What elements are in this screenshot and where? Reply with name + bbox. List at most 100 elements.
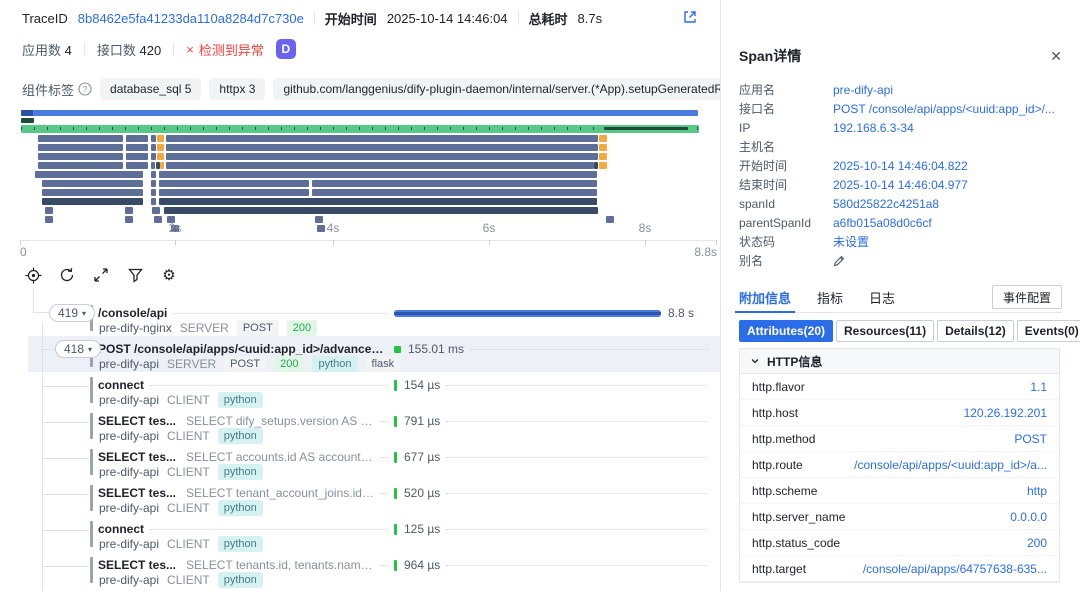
attribute-value[interactable]: 200 (1027, 536, 1047, 550)
leader-dots (470, 348, 708, 350)
span-row-line2: pre-dify-apiCLIENTpython (99, 392, 263, 408)
locate-icon[interactable] (24, 266, 42, 284)
tree-connector-line (42, 494, 89, 495)
axis-start-label: 0 (20, 245, 27, 259)
minimap-span-bar (312, 180, 597, 187)
span-row-line2: pre-dify-apiCLIENTpython (99, 572, 263, 588)
field-value[interactable]: 580d25822c4251a8 (833, 197, 939, 211)
chevron-down-icon: ▾ (88, 345, 92, 354)
attribute-key: http.server_name (752, 510, 845, 524)
component-tag-list: database_sql 5 httpx 3 github.com/langgeni… (100, 78, 720, 100)
divider (84, 42, 85, 56)
attribute-value[interactable]: POST (1014, 432, 1047, 446)
component-tag-pill[interactable]: httpx 3 (209, 78, 265, 100)
external-link-icon[interactable] (682, 9, 698, 25)
attribute-value[interactable]: 0.0.0.0 (1010, 510, 1047, 524)
settings-icon[interactable]: ⚙ (160, 266, 178, 284)
component-tag-pill[interactable]: database_sql 5 (100, 78, 201, 100)
anomaly-detected-badge: × 检测到异常 (186, 40, 264, 59)
attribute-value[interactable]: /console/api/apps/<uuid:app_id>/a... (854, 458, 1047, 472)
expand-icon[interactable] (92, 266, 110, 284)
span-tag-chip: flask (366, 356, 401, 372)
component-tag-pill[interactable]: github.com/langgenius/dify-plugin-daemon… (273, 78, 720, 100)
event-config-button[interactable]: 事件配置 (992, 285, 1062, 309)
close-icon[interactable]: ✕ (1050, 49, 1062, 63)
attribute-value[interactable]: 120.26.192.201 (964, 406, 1047, 420)
field-value[interactable]: pre-dify-api (833, 83, 893, 97)
span-tag-chip: POST (237, 320, 279, 336)
tab-item[interactable]: 指标 (817, 282, 843, 312)
axis-tick (175, 240, 176, 245)
attribute-category-chip[interactable]: Resources(11) (836, 320, 934, 342)
minimap-span-bar (126, 144, 148, 151)
attribute-category-chip[interactable]: Details(12) (937, 320, 1014, 342)
attribute-category-chip[interactable]: Attributes(20) (739, 320, 833, 342)
edit-alias-icon[interactable] (833, 255, 845, 267)
attribute-key: http.scheme (752, 484, 817, 498)
span-row[interactable]: POST /console/api/apps/<uuid:app_id>/adv… (28, 336, 720, 372)
attribute-value[interactable]: /console/api/apps/64757638-635... (863, 562, 1047, 576)
span-title: /console/api (98, 306, 167, 320)
attribute-key: http.target (752, 562, 806, 576)
span-field-row: spanId580d25822c4251a8 (739, 194, 1064, 213)
field-value[interactable]: POST /console/api/apps/<uuid:app_id>/... (833, 102, 1055, 116)
http-info-header[interactable]: HTTP信息 (740, 349, 1059, 374)
span-row[interactable]: connect125 µspre-dify-apiCLIENTpython (0, 516, 720, 552)
span-field-row: 别名 (739, 251, 1064, 270)
span-count-badge[interactable]: 418▾ (55, 340, 101, 358)
span-row-line1: POST /console/api/apps/<uuid:app_id>/adv… (98, 341, 714, 357)
attribute-row: http.host120.26.192.201 (740, 400, 1059, 426)
span-row[interactable]: SELECT tes...SELECT tenants.id, tenants.… (0, 552, 720, 588)
span-row-line2: pre-dify-nginxSERVERPOST200 (99, 320, 317, 336)
span-title: SELECT tes... (98, 558, 176, 572)
minimap-span-bar (599, 153, 607, 160)
minimap-span-bar (38, 144, 123, 151)
field-value[interactable]: 192.168.6.3-34 (833, 121, 914, 135)
trace-minimap[interactable] (20, 108, 720, 234)
span-tag-chip: python (218, 572, 263, 588)
span-row-line1: SELECT tes...SELECT accounts.id AS accou… (98, 449, 714, 465)
span-duration-value: 8.8 s (668, 306, 694, 320)
attribute-value[interactable]: http (1027, 484, 1047, 498)
span-row[interactable]: SELECT tes...SELECT tenant_account_joins… (0, 480, 720, 516)
span-title: connect (98, 378, 144, 392)
minimap-span-bar (126, 153, 148, 160)
span-count-badge[interactable]: 419▾ (49, 304, 95, 322)
tree-connector-line (42, 566, 89, 567)
field-value[interactable]: a6fb015a08d0c6cf (833, 216, 932, 230)
span-row[interactable]: connect154 µspre-dify-apiCLIENTpython (0, 372, 720, 408)
attribute-value[interactable]: 1.1 (1030, 380, 1047, 394)
attribute-category-chip[interactable]: Events(0) (1017, 320, 1080, 342)
help-icon[interactable]: ? (78, 82, 92, 96)
minimap-span-bar (21, 110, 33, 116)
span-row[interactable]: SELECT tes...SELECT dify_setups.version … (0, 408, 720, 444)
field-value[interactable]: 未设置 (833, 233, 869, 250)
axis-tick (645, 240, 646, 245)
dify-logo-icon[interactable]: D (276, 39, 296, 59)
tab-item[interactable]: 日志 (869, 282, 895, 312)
axis-tick (716, 240, 717, 245)
span-indicator-bar (90, 449, 93, 475)
minimap-span-bar (151, 144, 156, 151)
span-field-row: 主机名 (739, 137, 1064, 156)
field-value[interactable]: 2025-10-14 14:46:04.822 (833, 159, 968, 173)
span-row[interactable]: /console/api8.8 spre-dify-nginxSERVERPOS… (0, 300, 720, 336)
minimap-span-bar (151, 171, 156, 178)
leader-dots (446, 456, 708, 458)
field-value[interactable]: 2025-10-14 14:46:04.977 (833, 178, 968, 192)
field-label: 接口名 (739, 100, 833, 117)
trace-id-value[interactable]: 8b8462e5fa41233da110a8284d7c730e (78, 11, 304, 26)
filter-icon[interactable] (126, 266, 144, 284)
attribute-key: http.method (752, 432, 815, 446)
tab-active[interactable]: 附加信息 (739, 282, 791, 312)
leader-dots (380, 456, 388, 458)
span-duration-value: 125 µs (404, 522, 440, 536)
svg-text:?: ? (83, 84, 88, 94)
span-kind: SERVER (180, 321, 229, 335)
span-row-line1: SELECT tes...SELECT tenant_account_joins… (98, 485, 714, 501)
span-row[interactable]: SELECT tes...SELECT accounts.id AS accou… (0, 444, 720, 480)
tree-connector-line (33, 288, 34, 313)
tree-connector-line (42, 458, 89, 459)
refresh-icon[interactable] (58, 266, 76, 284)
span-detail-text: SELECT accounts.id AS accounts_id, accou… (186, 450, 374, 464)
